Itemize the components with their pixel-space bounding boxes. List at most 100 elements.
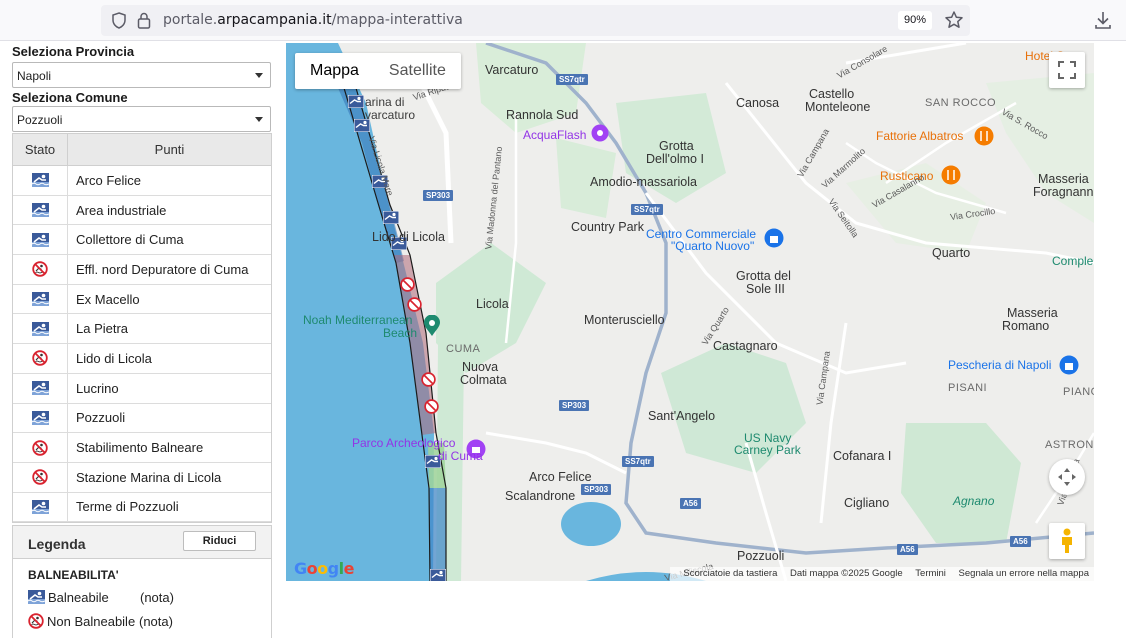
terms-link[interactable]: Termini <box>915 568 946 579</box>
swimmer-icon <box>31 292 49 307</box>
fullscreen-button[interactable] <box>1049 52 1085 88</box>
street-view-button[interactable] <box>1049 523 1085 559</box>
table-row[interactable]: Arco Felice <box>13 166 271 196</box>
swimmer-marker-icon[interactable] <box>430 569 446 581</box>
map-label-masseria-r: Masseria <box>1007 306 1058 320</box>
table-row[interactable]: Stabilimento Balneare <box>13 433 271 463</box>
table-row[interactable]: Terme di Pozzuoli <box>13 492 271 523</box>
column-header-stato[interactable]: Stato <box>13 134 68 165</box>
point-name[interactable]: Ex Macello <box>68 292 271 307</box>
lock-icon[interactable] <box>137 12 151 29</box>
status-cell <box>13 255 68 284</box>
no-swimming-icon <box>32 439 48 456</box>
status-cell <box>13 284 68 314</box>
swimmer-icon <box>31 381 49 396</box>
map-attribution: Scorciatoie da tastiera Dati mappa ©2025… <box>670 567 1094 581</box>
swimmer-icon <box>28 590 45 604</box>
browser-toolbar: portale.arpacampania.it/mappa-interattiv… <box>0 0 1126 41</box>
map-type-satellite[interactable]: Satellite <box>374 53 461 89</box>
provincia-select[interactable]: Napoli <box>12 62 271 88</box>
table-header: Stato Punti <box>13 134 271 166</box>
point-name[interactable]: Pozzuoli <box>68 410 271 425</box>
download-icon[interactable] <box>1094 10 1112 30</box>
comune-select[interactable]: Pozzuoli <box>12 106 271 132</box>
point-name[interactable]: Area industriale <box>68 203 271 218</box>
table-row[interactable]: Lido di Licola <box>13 344 271 374</box>
shopping-icon[interactable] <box>764 228 784 248</box>
column-header-punti[interactable]: Punti <box>68 134 271 165</box>
camera-control-button[interactable] <box>1049 459 1085 495</box>
table-row[interactable]: Ex Macello <box>13 284 271 315</box>
table-row[interactable]: Collettore di Cuma <box>13 225 271 256</box>
shopping-icon[interactable] <box>1059 355 1079 375</box>
map-label-pozzuoli: Pozzuoli <box>737 549 785 563</box>
no-swimming-marker-icon[interactable] <box>424 399 439 414</box>
point-name[interactable]: Stazione Marina di Licola <box>68 470 271 485</box>
no-swimming-marker-icon[interactable] <box>421 372 436 387</box>
map-label-arco-felice: Arco Felice <box>529 470 592 484</box>
map-label-cuma: CUMA <box>446 343 481 355</box>
swimmer-marker-icon[interactable] <box>348 95 364 108</box>
status-cell <box>13 166 68 195</box>
shield-icon[interactable] <box>111 12 127 29</box>
legend-header: Legenda Riduci <box>13 526 271 559</box>
map-label-amodio: Amodio-massariola <box>590 175 697 189</box>
no-swimming-marker-icon[interactable] <box>400 277 415 292</box>
keyboard-shortcuts-link[interactable]: Scorciatoie da tastiera <box>683 568 777 579</box>
point-name[interactable]: Arco Felice <box>68 173 271 188</box>
address-bar[interactable]: portale.arpacampania.it/mappa-interattiv… <box>101 5 970 36</box>
bookmark-star-icon[interactable] <box>944 10 964 30</box>
water-park-icon[interactable] <box>591 124 609 142</box>
swimmer-icon <box>31 321 49 336</box>
swimmer-icon <box>31 203 49 218</box>
restaurant-icon[interactable] <box>974 126 994 146</box>
table-row[interactable]: La Pietra <box>13 314 271 345</box>
no-swimming-icon <box>32 469 48 485</box>
table-row[interactable]: Effl. nord Depuratore di Cuma <box>13 255 271 285</box>
table-row[interactable]: Area industriale <box>13 195 271 226</box>
url-text[interactable]: portale.arpacampania.it/mappa-interattiv… <box>163 12 463 28</box>
legend-label: Non Balneabile <box>47 613 136 629</box>
table-row[interactable]: Stazione Marina di Licola <box>13 462 271 493</box>
no-swimming-marker-icon[interactable] <box>407 297 422 312</box>
report-error-link[interactable]: Segnala un errore nella mappa <box>959 568 1089 579</box>
map-label-monteleone: Monteleone <box>805 100 871 114</box>
point-name[interactable]: Collettore di Cuma <box>68 232 271 247</box>
point-name[interactable]: Lucrino <box>68 381 271 396</box>
status-cell <box>13 344 68 373</box>
reduce-button[interactable]: Riduci <box>183 531 256 551</box>
map-label-fattorie: Fattorie Albatros <box>876 129 964 143</box>
map-label-pescheria: Pescheria di Napoli <box>948 358 1052 372</box>
point-name[interactable]: Effl. nord Depuratore di Cuma <box>68 262 271 277</box>
table-row[interactable]: Pozzuoli <box>13 403 271 434</box>
zoom-level-button[interactable]: 90% <box>898 11 933 30</box>
map-label-scalandrone: Scalandrone <box>505 489 576 503</box>
map-label-nuova: Nuova <box>462 360 499 374</box>
map-label-comple: Comple <box>1052 254 1094 268</box>
table-row[interactable]: Lucrino <box>13 373 271 404</box>
restaurant-icon[interactable] <box>941 165 961 185</box>
point-name[interactable]: Stabilimento Balneare <box>68 440 271 455</box>
map-label-grotta-olmo-2: Dell'olmo I <box>646 152 704 166</box>
fullscreen-icon <box>1058 61 1076 79</box>
map-label-parco: Parco Archeologico <box>352 436 456 450</box>
poi-pin-icon[interactable] <box>423 315 441 337</box>
legend-label: Balneabile <box>48 589 109 605</box>
swimmer-marker-icon[interactable] <box>383 211 399 224</box>
comune-label: Seleziona Comune <box>12 90 128 105</box>
chevron-down-icon <box>255 73 263 78</box>
point-name[interactable]: La Pietra <box>68 321 271 336</box>
legend-note-link[interactable]: (nota) <box>139 614 173 629</box>
map-type-mappa[interactable]: Mappa <box>295 53 374 89</box>
google-logo[interactable]: Google <box>294 559 354 578</box>
map-label-carney-park: Carney Park <box>734 443 801 457</box>
map-label-piano: PIANO <box>1063 386 1094 398</box>
interactive-map[interactable]: Varcaturo arina di varcaturo Via Ripuari… <box>286 43 1094 581</box>
point-name[interactable]: Lido di Licola <box>68 351 271 366</box>
point-name[interactable]: Terme di Pozzuoli <box>68 499 271 514</box>
legend-note-link[interactable]: (nota) <box>140 590 174 605</box>
map-label-grotta-sole: Grotta del <box>736 269 791 283</box>
legend-panel: Legenda Riduci BALNEABILITA' Balneabile … <box>12 525 272 638</box>
pegman-icon <box>1062 528 1072 553</box>
status-cell <box>13 403 68 433</box>
